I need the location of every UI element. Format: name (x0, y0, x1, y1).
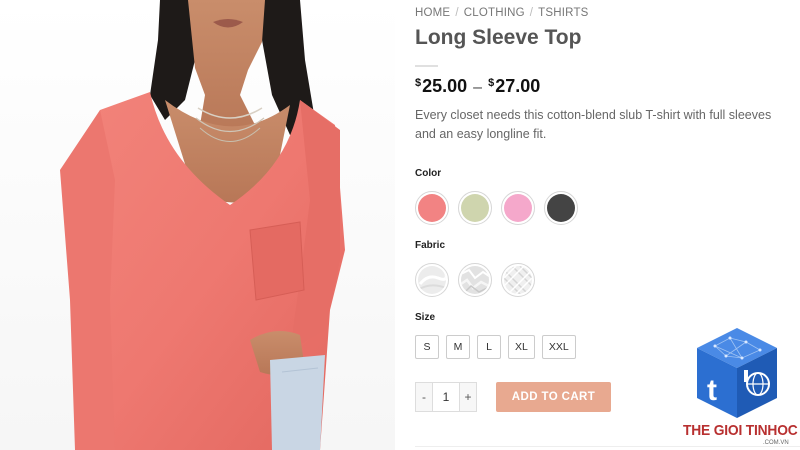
size-option-xxl[interactable]: XXL (541, 335, 576, 359)
quantity-input[interactable] (433, 382, 459, 412)
cube-logo-icon: t (697, 328, 777, 418)
sage-dot (461, 194, 489, 222)
model-photo (0, 0, 395, 450)
breadcrumb-separator: / (529, 7, 534, 19)
watermark-domain: .COM.VN (763, 440, 789, 446)
price-max: 27.00 (495, 76, 541, 96)
coral-dot (418, 194, 446, 222)
price-range-separator: – (473, 79, 483, 96)
quantity-stepper: - + (415, 382, 477, 412)
price-min: 25.00 (422, 76, 468, 96)
fabric-swatch-smooth[interactable] (415, 263, 449, 297)
color-swatch-pink[interactable] (501, 191, 535, 225)
currency-symbol: $ (415, 77, 422, 89)
color-swatch-sage[interactable] (458, 191, 492, 225)
breadcrumb-clothing[interactable]: CLOTHING (464, 7, 525, 19)
product-image[interactable] (0, 0, 395, 450)
currency-symbol: $ (488, 77, 495, 89)
color-swatches (415, 191, 578, 225)
watermark-logo: t THE GIOI TINHOC .COM.VN (680, 326, 798, 448)
quantity-decrement-button[interactable]: - (415, 382, 433, 412)
quantity-increment-button[interactable]: + (459, 382, 477, 412)
product-description: Every closet needs this cotton-blend slu… (415, 108, 772, 141)
breadcrumb-separator: / (455, 7, 459, 19)
breadcrumb-home[interactable]: HOME (415, 7, 450, 19)
color-label: Color (415, 168, 442, 179)
size-option-xl[interactable]: XL (508, 335, 535, 359)
product-title: Long Sleeve Top (415, 26, 582, 49)
fabric-swatch-knit[interactable] (501, 263, 535, 297)
product-price: $25.00– $27.00 (415, 76, 540, 97)
pink-dot (504, 194, 532, 222)
size-label: Size (415, 312, 436, 323)
fabric-knit-texture (504, 266, 532, 294)
breadcrumb-tshirts[interactable]: TSHIRTS (538, 7, 588, 19)
fabric-swatches (415, 263, 535, 297)
title-divider (415, 65, 438, 67)
size-option-m[interactable]: M (446, 335, 470, 359)
charcoal-dot (547, 194, 575, 222)
size-option-s[interactable]: S (415, 335, 439, 359)
svg-text:t: t (707, 374, 717, 407)
fabric-smooth-texture (418, 266, 446, 294)
watermark-brand: THE GIOI TINHOC (683, 422, 798, 439)
fabric-label: Fabric (415, 240, 446, 251)
color-swatch-coral[interactable] (415, 191, 449, 225)
color-swatch-charcoal[interactable] (544, 191, 578, 225)
fabric-swatch-crinkled[interactable] (458, 263, 492, 297)
size-option-l[interactable]: L (477, 335, 501, 359)
size-options: S M L XL XXL (415, 335, 576, 359)
breadcrumb: HOME / CLOTHING / TSHIRTS (415, 7, 589, 19)
fabric-crinkled-texture (461, 266, 489, 294)
add-to-cart-button[interactable]: ADD TO CART (496, 382, 611, 412)
